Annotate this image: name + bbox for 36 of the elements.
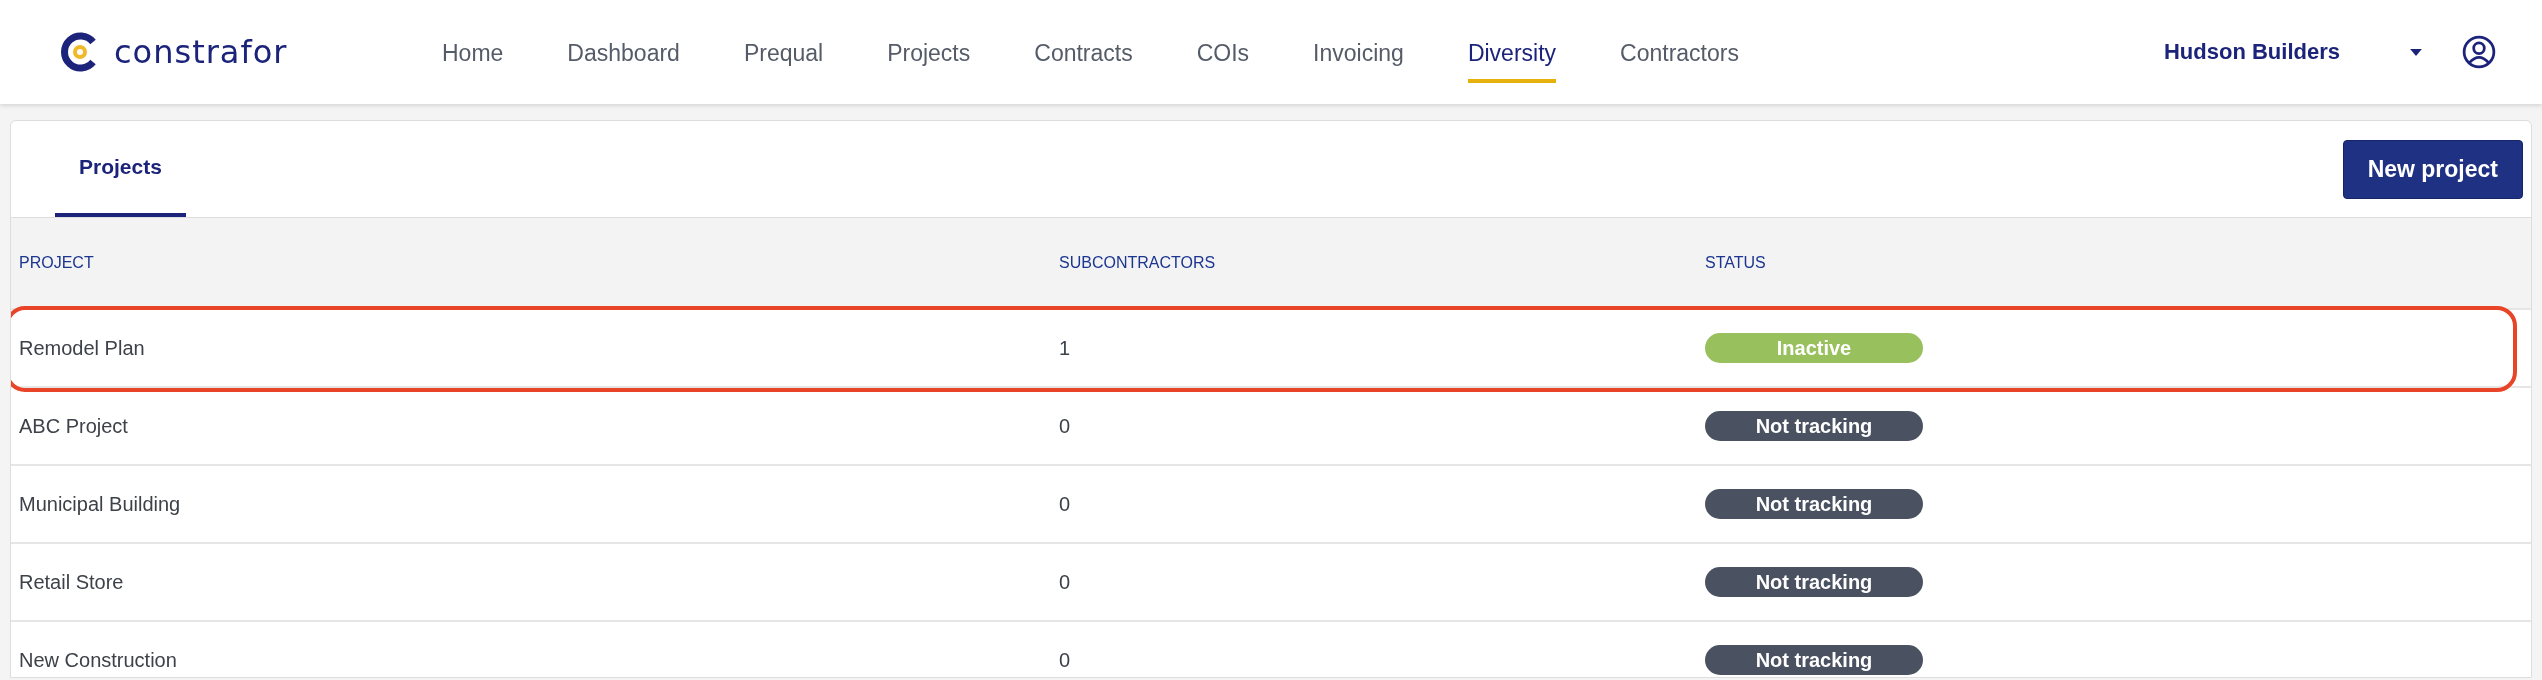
logo-text[interactable]: constrafor	[114, 33, 288, 71]
table-row[interactable]: ABC Project 0 Not tracking	[11, 388, 2531, 466]
nav-link[interactable]: Projects	[887, 21, 971, 83]
status-badge: Inactive	[1705, 333, 1923, 363]
nav-link[interactable]: Home	[442, 21, 504, 83]
table-cell-text: Retail Store	[18, 570, 125, 594]
nav-link[interactable]: Diversity	[1467, 21, 1557, 83]
table-cell-text: 0	[1058, 648, 1072, 672]
table-cell-text: 0	[1058, 570, 1072, 594]
status-badge: Not tracking	[1705, 411, 1923, 441]
table-cell-text: ABC Project	[18, 414, 129, 438]
table-row[interactable]: New Construction 0 Not tracking	[11, 622, 2531, 677]
nav-link[interactable]: Contractors	[1620, 21, 1739, 83]
new-project-button[interactable]: New project	[2342, 139, 2523, 199]
nav-link[interactable]: Invoicing	[1313, 21, 1404, 83]
table-cell-text: 0	[1058, 414, 1072, 438]
table-cell-text: 0	[1058, 492, 1072, 516]
caret-icon[interactable]	[2410, 48, 2422, 56]
status-badge: Not tracking	[1705, 645, 1923, 675]
status-badge: Not tracking	[1705, 567, 1923, 597]
table-row[interactable]: Municipal Building 0 Not tracking	[11, 466, 2531, 544]
nav-link[interactable]: Contracts	[1034, 21, 1133, 83]
status-badge: Not tracking	[1705, 489, 1923, 519]
nav-link[interactable]: COIs	[1196, 21, 1250, 83]
column-header: STATUS	[1704, 254, 1767, 272]
table-row[interactable]: Retail Store 0 Not tracking	[11, 544, 2531, 622]
company-name[interactable]: Hudson Builders	[2164, 39, 2340, 65]
table-cell-text: 1	[1058, 336, 1072, 360]
table-cell-text: New Construction	[18, 648, 178, 672]
column-header: SUBCONTRACTORS	[1058, 254, 1217, 272]
user-icon[interactable]	[2462, 35, 2496, 69]
nav-link[interactable]: Prequal	[743, 21, 824, 83]
nav-link[interactable]: Dashboard	[567, 21, 680, 83]
table-cell-text: Municipal Building	[18, 492, 182, 516]
column-header: PROJECT	[18, 254, 95, 272]
table-cell-text: Remodel Plan	[18, 336, 146, 360]
